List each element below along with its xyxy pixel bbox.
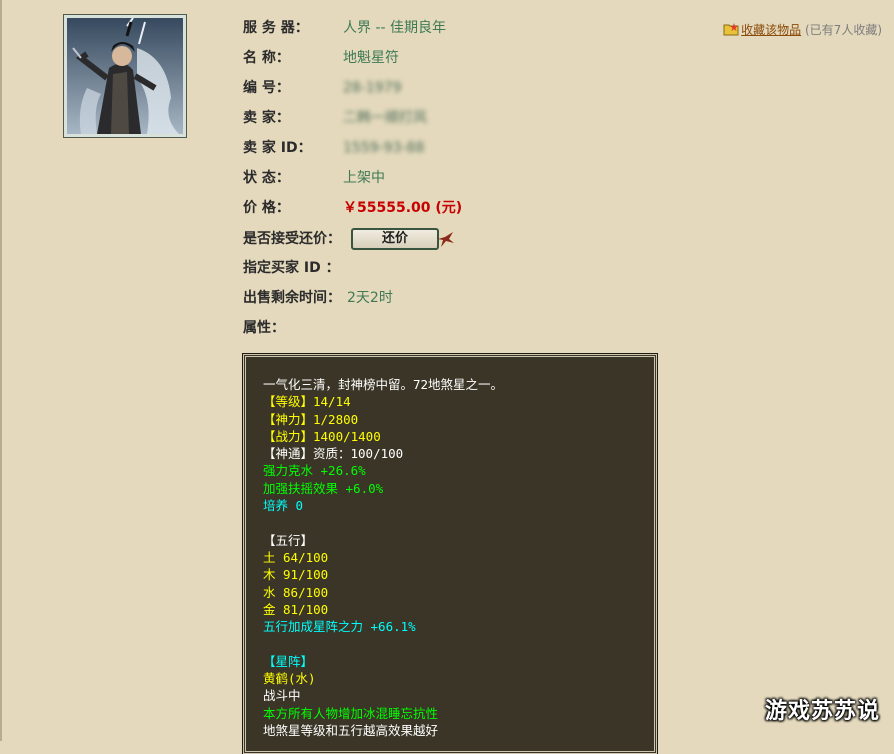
attribute-lines: 一气化三清，封神榜中留。72地煞星之一。 【等级】14/14 【神力】1/2800 【… xyxy=(263,376,503,739)
attribute-line: 【神通】资质：100/100 xyxy=(263,446,404,462)
attribute-line: 【等级】14/14 xyxy=(263,394,351,410)
server-row: 服 务 器： 人界 -- 佳期良年 xyxy=(243,18,446,38)
seller-row: 卖 家： 二韩一顺打风 xyxy=(243,108,427,128)
attribute-line: 培养 0 xyxy=(263,498,304,514)
seller-id-value: 1559-93-88 xyxy=(343,140,425,156)
server-label: 服 务 器： xyxy=(243,20,309,36)
attribute-line: 一气化三清，封神榜中留。72地煞星之一。 xyxy=(263,377,504,392)
folder-star-icon xyxy=(723,22,739,39)
seller-label: 卖 家： xyxy=(243,110,290,126)
haggle-button[interactable]: 还价 xyxy=(351,227,439,250)
buyer-label: 指定买家 ID ： xyxy=(243,260,340,276)
name-value: 地魁星符 xyxy=(343,50,399,66)
remaining-row: 出售剩余时间： 2天2时 xyxy=(243,288,393,308)
favorite-count: (已有7人收藏) xyxy=(805,23,882,37)
attribute-line: 五行加成星阵之力 +66.1% xyxy=(263,619,416,635)
attribute-line: 水 86/100 xyxy=(263,584,329,600)
seller-id-label: 卖 家 ID： xyxy=(243,140,312,156)
attribute-line: 【五行】 xyxy=(263,532,314,548)
attribute-line: 【战力】1400/1400 xyxy=(263,428,381,444)
attribute-line: 加强扶摇效果 +6.0% xyxy=(263,480,384,496)
character-portrait-icon xyxy=(67,18,183,134)
status-value: 上架中 xyxy=(343,170,385,186)
favorite-link[interactable]: 收藏该物品 xyxy=(741,23,801,37)
attribute-line: 土 64/100 xyxy=(263,549,329,565)
attribute-line: 战斗中 xyxy=(263,688,301,704)
seller-value: 二韩一顺打风 xyxy=(343,110,427,126)
attribute-line: 【神力】1/2800 xyxy=(263,411,359,427)
number-row: 编 号： 28-1979 xyxy=(243,78,402,98)
seller-id-row: 卖 家 ID： 1559-93-88 xyxy=(243,138,424,158)
status-label: 状 态： xyxy=(243,170,290,186)
name-label: 名 称： xyxy=(243,50,290,66)
attribute-line: 黄鹤(水) xyxy=(263,671,316,687)
attribute-panel: 一气化三清，封神榜中留。72地煞星之一。 【等级】14/14 【神力】1/2800 【… xyxy=(243,354,657,754)
attribute-line: 本方所有人物增加冰混睡忘抗性 xyxy=(263,705,439,721)
remaining-value: 2天2时 xyxy=(347,290,393,306)
attribute-line xyxy=(263,514,503,531)
number-label: 编 号： xyxy=(243,80,290,96)
attribute-line: 强力克水 +26.6% xyxy=(263,463,366,479)
status-row: 状 态： 上架中 xyxy=(243,168,385,188)
haggle-row: 是否接受还价： 还价 xyxy=(243,227,454,252)
favorite-area: 收藏该物品 (已有7人收藏) xyxy=(723,21,882,39)
remaining-label: 出售剩余时间： xyxy=(243,290,341,306)
price-row: 价 格： ￥55555.00 (元) xyxy=(243,198,462,218)
attribute-line: 金 81/100 xyxy=(263,601,329,617)
attribute-line xyxy=(263,635,503,652)
attribute-line: 地煞星等级和五行越高效果越好 xyxy=(263,722,439,738)
haggle-control: 还价 xyxy=(351,227,454,252)
haggle-label: 是否接受还价： xyxy=(243,231,341,247)
attr-row: 属性： xyxy=(243,318,285,338)
item-portrait xyxy=(63,14,187,138)
price-label: 价 格： xyxy=(243,200,290,216)
watermark: 游戏苏苏说 xyxy=(764,699,880,724)
server-value: 人界 -- 佳期良年 xyxy=(343,20,447,36)
left-border xyxy=(0,0,2,741)
name-row: 名 称： 地魁星符 xyxy=(243,48,399,68)
price-value: ￥55555.00 (元) xyxy=(343,200,463,216)
ribbon-icon xyxy=(437,231,455,258)
number-value: 28-1979 xyxy=(343,80,402,96)
buyer-row: 指定买家 ID ： xyxy=(243,258,340,278)
attribute-line: 【星阵】 xyxy=(263,653,314,669)
attr-label: 属性： xyxy=(243,320,285,336)
attribute-line: 木 91/100 xyxy=(263,567,329,583)
